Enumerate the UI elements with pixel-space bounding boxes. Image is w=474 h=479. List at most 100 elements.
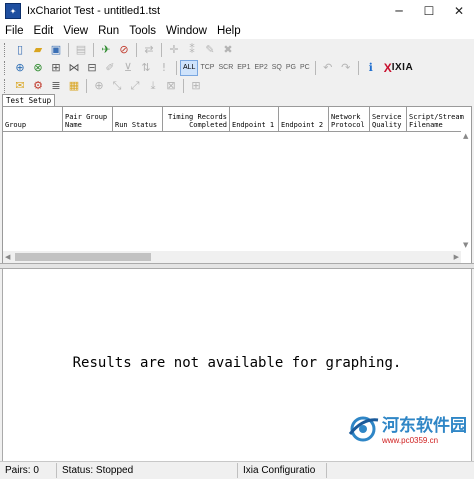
filter-tab-all[interactable]: ALL xyxy=(180,59,199,76)
status-run-state: Status: Stopped xyxy=(57,463,238,478)
scroll-left-icon[interactable]: ◀ xyxy=(5,253,10,261)
add-pair-icon[interactable]: ⊕ xyxy=(12,60,28,76)
toolbar-separator xyxy=(136,42,137,57)
chart-icon[interactable]: ▦ xyxy=(66,78,82,94)
toolbar-separator xyxy=(176,60,177,75)
watermark-logo-icon xyxy=(346,414,380,442)
horizontal-scroll-thumb[interactable] xyxy=(15,253,151,261)
print-preview-icon[interactable]: ▤ xyxy=(73,42,89,58)
toolbar-separator xyxy=(357,60,359,75)
status-bar: Pairs: 0 Status: Stopped Ixia Configurat… xyxy=(0,461,474,479)
toolbar-grip[interactable] xyxy=(4,60,8,75)
delete-pair-icon[interactable]: ✖ xyxy=(220,42,236,58)
status-pairs: Pairs: 0 xyxy=(0,463,57,478)
menu-help[interactable]: Help xyxy=(212,25,246,37)
column-header-script-filename[interactable]: Script/Stream Filename xyxy=(407,107,471,131)
menu-edit[interactable]: Edit xyxy=(29,25,59,37)
column-header-run-status[interactable]: Run Status xyxy=(113,107,163,131)
add-pair-icon[interactable]: ✛ xyxy=(166,42,182,58)
script-icon[interactable]: ✐ xyxy=(102,60,118,76)
horizontal-scrollbar[interactable]: ◀ ▶ xyxy=(3,251,461,263)
table-header: Group Pair Group Name Run Status Timing … xyxy=(3,107,471,132)
window-controls: ─ ☐ ✕ xyxy=(384,0,474,22)
scroll-down-icon[interactable]: ▼ xyxy=(463,241,468,249)
error-log-icon[interactable]: ✉ xyxy=(12,78,28,94)
run-icon[interactable]: ✈ xyxy=(98,42,114,58)
scroll-right-icon[interactable]: ▶ xyxy=(454,253,459,261)
filter-tab-pc[interactable]: PC xyxy=(298,61,312,75)
watermark-name: 河东软件园 xyxy=(382,416,467,436)
window-title: IxChariot Test - untitled1.tst xyxy=(27,5,161,17)
menu-file[interactable]: File xyxy=(0,25,29,37)
status-empty xyxy=(327,463,474,478)
watermark: 河东软件园 www.pc0359.cn xyxy=(346,411,467,445)
stack-icon[interactable]: ≣ xyxy=(48,78,64,94)
menu-window[interactable]: Window xyxy=(161,25,212,37)
ixia-logo-text: IXIA xyxy=(391,62,414,73)
endpoint-icon[interactable]: ⊟ xyxy=(84,60,100,76)
column-header-group[interactable]: Group xyxy=(3,107,63,131)
pairs-table[interactable]: Group Pair Group Name Run Status Timing … xyxy=(2,106,472,264)
info-circle-icon[interactable]: ℹ xyxy=(363,60,379,76)
stop-icon[interactable]: ⊘ xyxy=(116,42,132,58)
app-icon: ✦ xyxy=(5,3,21,19)
toolbar-separator xyxy=(93,42,94,57)
filter-tab-ep2[interactable]: EP2 xyxy=(252,61,269,75)
toolbar-separator xyxy=(161,42,162,57)
new-file-icon[interactable]: ▯ xyxy=(12,42,28,58)
zoom-in-icon[interactable]: ⊕ xyxy=(91,78,107,94)
info-icon[interactable]: ! xyxy=(156,60,172,76)
network-icon[interactable]: ⋈ xyxy=(66,60,82,76)
column-header-pair-group-name[interactable]: Pair Group Name xyxy=(63,107,113,131)
filter-tab-pg[interactable]: PG xyxy=(284,61,298,75)
collapse-icon[interactable]: ⤓ xyxy=(145,78,161,94)
filter-tab-sq[interactable]: SQ xyxy=(270,61,284,75)
menu-bar: File Edit View Run Tools Window Help xyxy=(0,22,474,39)
add-multicast-icon[interactable]: ⊗ xyxy=(30,60,46,76)
filter-tab-ep1[interactable]: EP1 xyxy=(235,61,252,75)
menu-tools[interactable]: Tools xyxy=(124,25,161,37)
save-icon[interactable]: ▣ xyxy=(48,42,64,58)
sort-icon[interactable]: ⇅ xyxy=(138,60,154,76)
watermark-text: 河东软件园 www.pc0359.cn xyxy=(382,411,467,445)
column-header-network-protocol[interactable]: Network Protocol xyxy=(329,107,370,131)
back-icon[interactable]: ↶ xyxy=(320,60,336,76)
watermark-url: www.pc0359.cn xyxy=(382,436,439,445)
menu-view[interactable]: View xyxy=(58,25,93,37)
minimize-button[interactable]: ─ xyxy=(384,0,414,22)
gear-icon[interactable]: ⚙ xyxy=(30,78,46,94)
scroll-up-icon[interactable]: ▲ xyxy=(463,132,468,140)
title-bar: ✦ IxChariot Test - untitled1.tst ─ ☐ ✕ xyxy=(0,0,474,22)
grid-icon[interactable]: ⊞ xyxy=(188,78,204,94)
maximize-button[interactable]: ☐ xyxy=(414,0,444,22)
zoom-out-icon[interactable]: ⤡ xyxy=(109,78,125,94)
rename-icon[interactable]: ✎ xyxy=(202,42,218,58)
filter-tab-scr[interactable]: SCR xyxy=(216,61,235,75)
close-button[interactable]: ✕ xyxy=(444,0,474,22)
filter-icon[interactable]: ⊻ xyxy=(120,60,136,76)
toolbar-separator xyxy=(183,78,184,93)
ixia-logo-mark: X xyxy=(383,60,392,75)
column-header-endpoint-1[interactable]: Endpoint 1 xyxy=(230,107,279,131)
toolbar-grip[interactable] xyxy=(4,42,8,57)
edit-pair-icon[interactable]: ⊞ xyxy=(48,60,64,76)
toolbar-grip[interactable] xyxy=(4,78,8,93)
swap-icon[interactable]: ⇄ xyxy=(141,42,157,58)
copy-pair-icon[interactable]: ⁑ xyxy=(184,42,200,58)
toolbar-pairs: ⊕ ⊗ ⊞ ⋈ ⊟ ✐ ⊻ ⇅ ! ALL TCP SCR EP1 EP2 SQ… xyxy=(0,58,474,77)
forward-icon[interactable]: ↷ xyxy=(338,60,354,76)
column-header-endpoint-2[interactable]: Endpoint 2 xyxy=(279,107,329,131)
vertical-scrollbar[interactable]: ▲ ▼ xyxy=(461,131,471,263)
tab-strip: Test Setup xyxy=(0,94,474,107)
graph-empty-message: Results are not available for graphing. xyxy=(72,355,402,371)
toolbar-separator xyxy=(86,78,87,93)
layout-icon[interactable]: ⊠ xyxy=(163,78,179,94)
column-header-timing-records[interactable]: Timing Records Completed xyxy=(163,107,230,131)
menu-run[interactable]: Run xyxy=(93,25,124,37)
ixia-logo: X IXIA xyxy=(384,61,413,75)
toolbar-results: ✉ ⚙ ≣ ▦ ⊕ ⤡ ⤢ ⤓ ⊠ ⊞ xyxy=(0,76,474,95)
open-folder-icon[interactable]: ▰ xyxy=(30,42,46,58)
expand-icon[interactable]: ⤢ xyxy=(127,78,143,94)
filter-tab-tcp[interactable]: TCP xyxy=(198,61,216,75)
column-header-service-quality[interactable]: Service Quality xyxy=(370,107,407,131)
